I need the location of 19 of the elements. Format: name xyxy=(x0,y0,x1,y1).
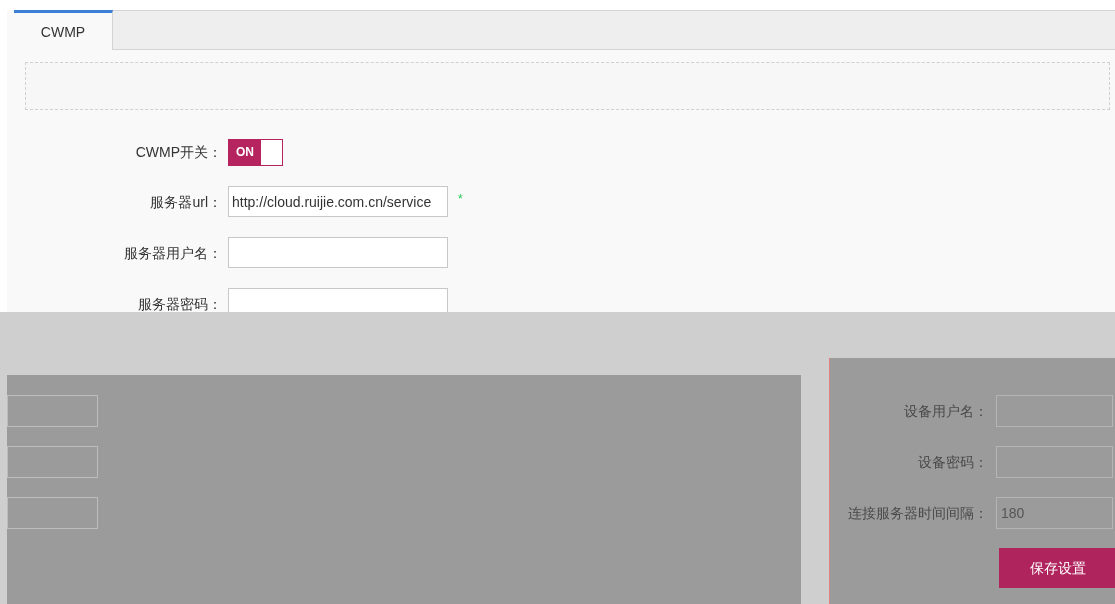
field-label: 设备密码： xyxy=(917,453,988,472)
input-field[interactable] xyxy=(7,446,98,478)
input-field[interactable] xyxy=(228,288,448,312)
input-field[interactable] xyxy=(228,237,448,268)
input-field[interactable] xyxy=(996,446,1113,478)
field-label: 设备用户名： xyxy=(903,402,988,421)
input-field[interactable] xyxy=(996,395,1113,427)
tab[interactable]: CWMP xyxy=(14,10,113,50)
required-mark: * xyxy=(458,190,463,207)
toggle-switch[interactable]: ON xyxy=(228,138,283,166)
field-label: 连接服务器时间间隔： xyxy=(847,504,988,523)
input-field[interactable] xyxy=(7,497,98,529)
field-label: CWMP开关： xyxy=(134,143,222,162)
field-label: 服务器url： xyxy=(149,192,222,212)
input-field[interactable]: http://cloud.ruijie.com.cn/service xyxy=(228,186,448,217)
field-label: 服务器用户名： xyxy=(123,243,222,263)
save-button[interactable]: 保存设置 xyxy=(999,548,1115,588)
input-field[interactable] xyxy=(7,395,98,427)
field-label: 服务器密码： xyxy=(137,294,222,312)
